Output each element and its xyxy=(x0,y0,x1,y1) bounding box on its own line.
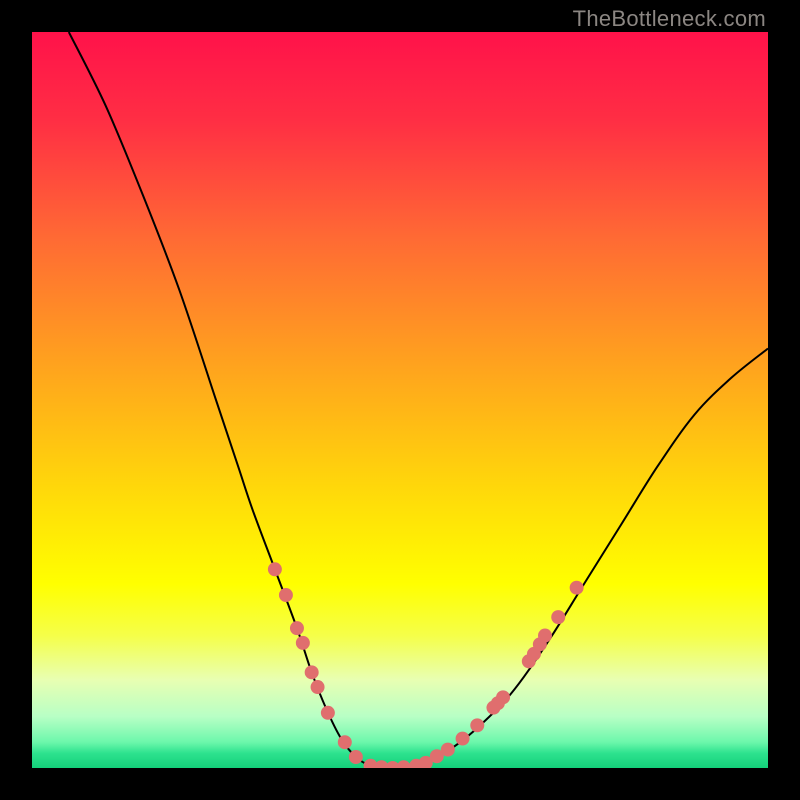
curve-dot xyxy=(551,610,565,624)
watermark-text: TheBottleneck.com xyxy=(573,6,766,32)
plot-area xyxy=(32,32,768,768)
curve-dot xyxy=(441,743,455,757)
curve-dot xyxy=(305,665,319,679)
curve-dot xyxy=(570,581,584,595)
curve-dot xyxy=(496,690,510,704)
curve-layer xyxy=(32,32,768,768)
chart-frame: TheBottleneck.com xyxy=(0,0,800,800)
curve-dot xyxy=(321,706,335,720)
curve-dot xyxy=(268,562,282,576)
curve-dot xyxy=(279,588,293,602)
curve-dot xyxy=(470,718,484,732)
curve-dot xyxy=(349,750,363,764)
curve-dot xyxy=(397,760,411,768)
curve-dot xyxy=(538,629,552,643)
curve-dot xyxy=(311,680,325,694)
curve-dot xyxy=(290,621,304,635)
curve-dot xyxy=(338,735,352,749)
bottleneck-curve xyxy=(69,32,768,768)
curve-dot xyxy=(296,636,310,650)
curve-dots xyxy=(268,562,584,768)
curve-dot xyxy=(456,732,470,746)
